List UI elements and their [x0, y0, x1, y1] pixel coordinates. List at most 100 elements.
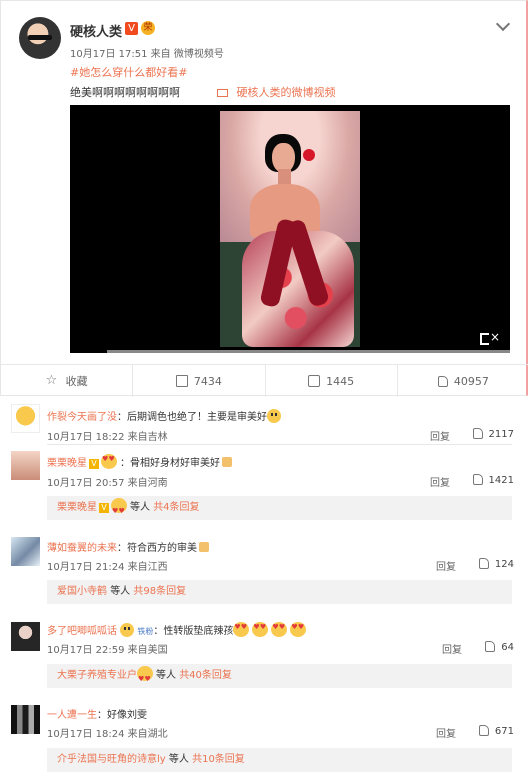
reply-button[interactable]: 回复: [436, 558, 456, 573]
favorite-label: 收藏: [65, 375, 88, 388]
comment-like-button[interactable]: 671: [478, 725, 514, 737]
comment-like-button[interactable]: 1421: [472, 474, 514, 486]
subreply-text: 等人: [130, 502, 150, 513]
heart-eyes-icon: [137, 666, 153, 691]
favorite-button[interactable]: ☆ 收藏: [1, 365, 132, 397]
video-link[interactable]: 硬核人类的微博视频: [217, 84, 336, 100]
video-progress-bar[interactable]: [107, 350, 510, 353]
heart-eyes-icon: [271, 622, 288, 637]
comment-like-button[interactable]: 124: [478, 558, 514, 570]
comment-like-count: 671: [494, 726, 514, 737]
like-icon: [478, 725, 489, 736]
like-icon: [472, 474, 483, 485]
commenter-name[interactable]: 作裂今天画了没: [47, 412, 117, 423]
comment-text: ：好像刘雯: [97, 710, 147, 721]
forward-count: 7434: [193, 374, 222, 388]
favorite-icon: ☆: [45, 373, 58, 388]
comment-line: 栗栗晚星V ：骨相好身材好审美好: [47, 454, 232, 469]
verified-badge-icon: V: [89, 459, 99, 469]
like-icon: [472, 428, 483, 439]
subreply-count[interactable]: 共4条回复: [153, 502, 199, 513]
commenter-name[interactable]: 栗栗晚星: [47, 458, 87, 469]
commenter-name[interactable]: 薄如蚕翼的未来: [47, 543, 117, 554]
heart-eyes-icon: [233, 622, 250, 637]
like-icon: [437, 375, 448, 387]
subreply-box[interactable]: 爱国小寺鹤 等人 共98条回复: [47, 580, 512, 604]
author-avatar[interactable]: [19, 17, 61, 59]
subreply-box[interactable]: 大栗子养殖专业户 等人 共40条回复: [47, 664, 512, 691]
emoji-icon: [267, 409, 281, 423]
comment-time: 10月17日 20:57 来自河南: [47, 478, 168, 489]
subreply-author[interactable]: 介乎法国与旺角的诗意ly: [57, 754, 166, 765]
comment-like-count: 124: [494, 559, 514, 570]
chevron-down-icon[interactable]: [495, 16, 511, 32]
heart-eyes-icon: [252, 622, 269, 637]
subreply-text: 等人: [156, 670, 176, 681]
hashtag-link[interactable]: #她怎么穿什么都好看#: [70, 64, 187, 80]
heart-eyes-icon: [111, 498, 127, 523]
subreply-author[interactable]: 栗栗晚星: [57, 502, 97, 513]
comment-count: 1445: [326, 374, 355, 388]
medal-badge-icon: 荣: [141, 21, 155, 35]
thumbs-up-icon: [199, 542, 209, 552]
subreply-count[interactable]: 共98条回复: [133, 586, 186, 597]
subreply-count[interactable]: 共40条回复: [179, 670, 232, 681]
reply-button[interactable]: 回复: [436, 725, 456, 740]
commenter-avatar[interactable]: [11, 537, 40, 566]
comment-time: 10月17日 18:24 来自湖北: [47, 729, 168, 740]
heart-eyes-icon: [101, 454, 117, 469]
comment-time: 10月17日 18:22 来自吉林: [47, 432, 168, 443]
subreply-text: 等人: [110, 586, 131, 597]
comment-text: ：性转版垫底辣孩: [153, 626, 234, 637]
subreply-text: 等人: [168, 754, 189, 765]
commenter-avatar[interactable]: [11, 404, 40, 433]
comment-button[interactable]: 1445: [264, 365, 397, 397]
video-link-label: 硬核人类的微博视频: [236, 86, 336, 99]
commenter-avatar[interactable]: [11, 451, 40, 480]
commenter-name[interactable]: 一人遭一生: [47, 710, 97, 721]
heart-eyes-icon: [290, 622, 307, 637]
weibo-post-card: 硬核人类 V 荣 10月17日 17:51 来自 微博视频号 #她怎么穿什么都好…: [0, 0, 528, 397]
comment-line: 一人遭一生：好像刘雯: [47, 706, 147, 721]
post-actions: ☆ 收藏 7434 1445 40957: [1, 364, 528, 397]
comment-like-button[interactable]: 2117: [472, 428, 514, 440]
mute-icon[interactable]: ×: [480, 330, 500, 345]
reply-button[interactable]: 回复: [430, 474, 450, 489]
post-text: 绝美啊啊啊啊啊啊啊啊: [70, 86, 180, 99]
commenter-avatar[interactable]: [11, 622, 40, 651]
like-icon: [485, 641, 496, 652]
red-flower-icon: [303, 149, 315, 161]
reply-button[interactable]: 回复: [430, 428, 450, 443]
post-source: 来自 微博视频号: [150, 49, 224, 60]
comment-divider: [47, 444, 512, 445]
video-player[interactable]: ×: [70, 105, 510, 353]
comment-text: ：后期调色也绝了！主要是审美好: [117, 412, 267, 423]
comment-line: 作裂今天画了没：后期调色也绝了！主要是审美好: [47, 408, 281, 423]
verified-badge-icon: V: [125, 22, 138, 35]
reply-button[interactable]: 回复: [442, 641, 462, 656]
comment-time: 10月17日 21:24 来自江西: [47, 562, 168, 573]
like-button[interactable]: 40957: [396, 365, 528, 397]
commenter-name[interactable]: 多了吧唧呱呱话: [47, 626, 117, 637]
video-frame: [220, 111, 360, 347]
commenter-avatar[interactable]: [11, 705, 40, 734]
comment-time: 10月17日 22:59 来自美国: [47, 645, 168, 656]
comment-list: 作裂今天画了没：后期调色也绝了！主要是审美好 10月17日 18:22 来自吉林…: [0, 396, 528, 779]
comment-line: 多了吧唧呱呱话 铁粉：性转版垫底辣孩: [47, 622, 309, 637]
fan-badge: 铁粉: [137, 627, 154, 636]
comment-like-button[interactable]: 64: [485, 641, 514, 653]
author-name[interactable]: 硬核人类: [70, 21, 122, 40]
comment-like-count: 2117: [488, 429, 514, 440]
subreply-count[interactable]: 共10条回复: [192, 754, 245, 765]
subreply-box[interactable]: 介乎法国与旺角的诗意ly 等人 共10条回复: [47, 748, 512, 772]
forward-icon: [175, 375, 188, 387]
subreply-author[interactable]: 大栗子养殖专业户: [57, 670, 137, 681]
subreply-author[interactable]: 爱国小寺鹤: [57, 586, 107, 597]
video-icon: [217, 89, 228, 97]
comment-like-count: 64: [501, 642, 514, 653]
verified-badge-icon: V: [99, 503, 109, 513]
subreply-box[interactable]: 栗栗晚星V 等人 共4条回复: [47, 496, 512, 523]
like-count: 40957: [453, 374, 489, 388]
forward-button[interactable]: 7434: [132, 365, 264, 397]
comment-line: 薄如蚕翼的未来：符合西方的审美: [47, 539, 209, 554]
